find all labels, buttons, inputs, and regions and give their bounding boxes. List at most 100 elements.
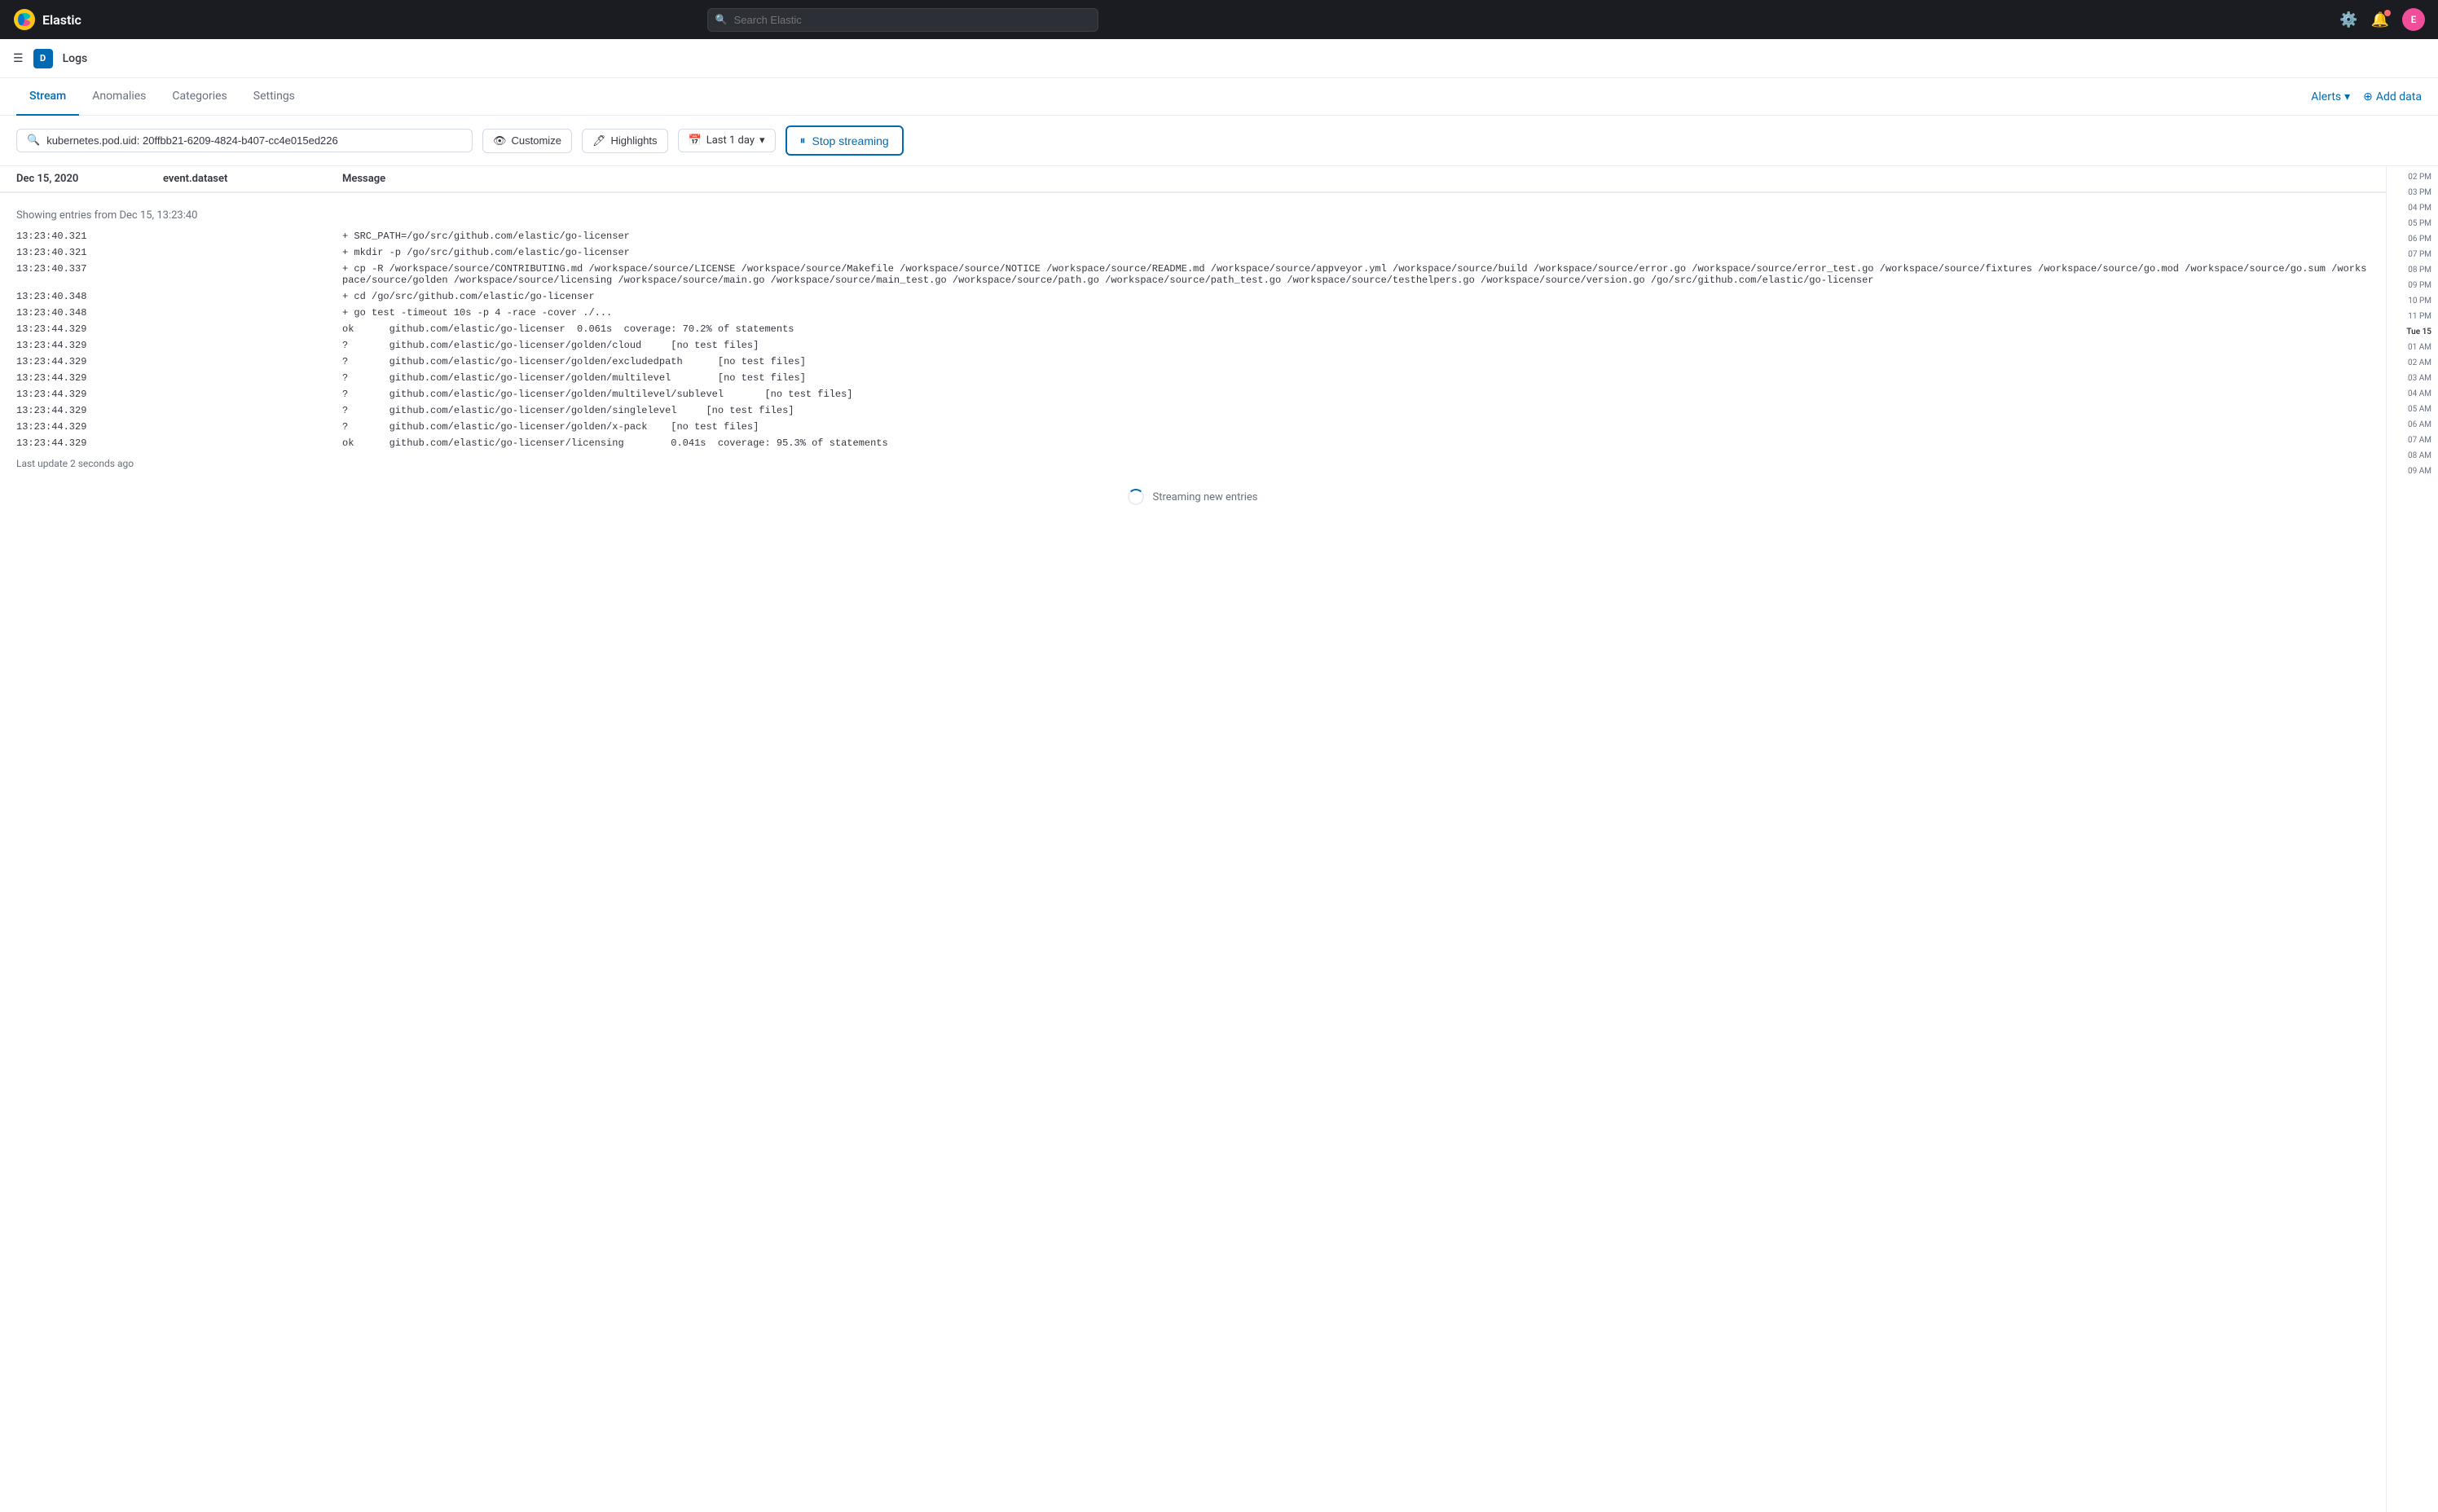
table-row[interactable]: 13:23:44.329 ? github.com/elastic/go-lic… [0, 337, 2386, 354]
timeline-label: 08 PM [2387, 262, 2438, 278]
app-name: Elastic [42, 12, 81, 28]
top-navigation: Elastic 🔍 ⚙️ 🔔 E [0, 0, 2438, 39]
table-row[interactable]: 13:23:44.329 ok github.com/elastic/go-li… [0, 321, 2386, 337]
col-date: Dec 15, 2020 [16, 173, 163, 185]
timeline-sidebar: 02 PM03 PM04 PM05 PM06 PM07 PM08 PM09 PM… [2386, 166, 2438, 1512]
filter-input-wrapper[interactable]: 🔍 [16, 129, 473, 152]
timeline-label: 10 PM [2387, 293, 2438, 309]
timeline-label: 06 AM [2387, 417, 2438, 433]
add-data-button[interactable]: ⊕ Add data [2363, 90, 2422, 103]
log-time: 13:23:44.329 [16, 405, 163, 416]
log-message: ? github.com/elastic/go-licenser/golden/… [342, 421, 2370, 433]
toolbar: 🔍 👁 Customize 🖊 Highlights 📅 Last 1 day … [0, 116, 2438, 166]
add-data-label: Add data [2376, 90, 2422, 103]
highlights-icon: 🖊 [592, 134, 606, 147]
table-row[interactable]: 13:23:44.329 ? github.com/elastic/go-lic… [0, 370, 2386, 386]
table-row[interactable]: 13:23:40.321 + mkdir -p /go/src/github.c… [0, 244, 2386, 261]
stop-streaming-button[interactable]: ⏸ Stop streaming [786, 125, 904, 156]
calendar-icon: 📅 [689, 134, 702, 147]
loading-spinner [1128, 489, 1144, 505]
timeline-label: 08 AM [2387, 448, 2438, 464]
log-message: ? github.com/elastic/go-licenser/golden/… [342, 372, 2370, 384]
tab-stream[interactable]: Stream [16, 78, 79, 116]
timeline-label: Tue 15 [2387, 324, 2438, 340]
streaming-indicator: Streaming new entries [0, 476, 2386, 518]
date-picker[interactable]: 📅 Last 1 day ▾ [678, 129, 776, 152]
pause-icon: ⏸ [800, 134, 806, 147]
date-label: Last 1 day [706, 134, 755, 147]
log-time: 13:23:40.348 [16, 307, 163, 319]
log-message: ? github.com/elastic/go-licenser/golden/… [342, 340, 2370, 351]
filter-input[interactable] [46, 134, 462, 147]
timeline-label: 01 AM [2387, 340, 2438, 355]
timeline-label: 09 PM [2387, 278, 2438, 293]
col-message: Message [342, 173, 2370, 185]
timeline-label: 03 AM [2387, 371, 2438, 386]
search-input[interactable] [707, 8, 1098, 32]
timeline-label: 03 PM [2387, 185, 2438, 200]
sub-navigation: ☰ D Logs [0, 39, 2438, 78]
avatar[interactable]: E [2402, 8, 2425, 31]
tab-categories[interactable]: Categories [159, 78, 240, 116]
entries-info: Showing entries from Dec 15, 13:23:40 [0, 193, 2386, 228]
customize-label: Customize [512, 134, 561, 147]
tab-settings[interactable]: Settings [240, 78, 308, 116]
tabs-bar: Stream Anomalies Categories Settings Ale… [0, 78, 2438, 116]
hamburger-menu[interactable]: ☰ [13, 52, 24, 65]
table-row[interactable]: 13:23:44.329 ok github.com/elastic/go-li… [0, 435, 2386, 451]
table-header: Dec 15, 2020 event.dataset Message [0, 166, 2386, 193]
notification-dot [2384, 10, 2391, 16]
log-message: ok github.com/elastic/go-licenser/licens… [342, 437, 2370, 449]
settings-icon[interactable]: ⚙️ [2339, 11, 2357, 29]
alerts-button[interactable]: Alerts ▾ [2311, 90, 2350, 103]
search-icon: 🔍 [715, 14, 728, 25]
timeline-label: 05 PM [2387, 216, 2438, 231]
table-row[interactable]: 13:23:40.337 + cp -R /workspace/source/C… [0, 261, 2386, 288]
timeline-label: 05 AM [2387, 402, 2438, 417]
tabs-right-actions: Alerts ▾ ⊕ Add data [2311, 90, 2422, 103]
log-message: + cd /go/src/github.com/elastic/go-licen… [342, 291, 2370, 302]
table-row[interactable]: 13:23:44.329 ? github.com/elastic/go-lic… [0, 354, 2386, 370]
timeline-label: 09 AM [2387, 464, 2438, 479]
table-row[interactable]: 13:23:44.329 ? github.com/elastic/go-lic… [0, 402, 2386, 419]
log-time: 13:23:40.321 [16, 247, 163, 258]
timeline-label: 07 PM [2387, 247, 2438, 262]
log-time: 13:23:44.329 [16, 389, 163, 400]
log-time: 13:23:44.329 [16, 356, 163, 367]
timeline-label: 07 AM [2387, 433, 2438, 448]
log-time: 13:23:44.329 [16, 323, 163, 335]
log-area[interactable]: Dec 15, 2020 event.dataset Message Showi… [0, 166, 2386, 1512]
table-row[interactable]: 13:23:40.348 + cd /go/src/github.com/ela… [0, 288, 2386, 305]
tab-anomalies[interactable]: Anomalies [79, 78, 159, 116]
elastic-logo-icon [13, 8, 36, 31]
notifications-wrapper: 🔔 [2371, 11, 2389, 29]
table-row[interactable]: 13:23:44.329 ? github.com/elastic/go-lic… [0, 386, 2386, 402]
log-time: 13:23:40.321 [16, 231, 163, 242]
eye-icon: 👁 [493, 134, 507, 147]
streaming-label: Streaming new entries [1152, 491, 1257, 503]
log-message: ok github.com/elastic/go-licenser 0.061s… [342, 323, 2370, 335]
filter-search-icon: 🔍 [27, 134, 40, 147]
log-rows-container: 13:23:40.321 + SRC_PATH=/go/src/github.c… [0, 228, 2386, 451]
tabs: Stream Anomalies Categories Settings [16, 78, 308, 115]
plus-icon: ⊕ [2363, 90, 2373, 103]
breadcrumb-icon: D [33, 49, 53, 68]
customize-button[interactable]: 👁 Customize [482, 129, 572, 153]
hamburger-icon: ☰ [13, 52, 24, 65]
chevron-down-icon: ▾ [2344, 90, 2350, 103]
highlights-button[interactable]: 🖊 Highlights [582, 129, 668, 153]
table-row[interactable]: 13:23:44.329 ? github.com/elastic/go-lic… [0, 419, 2386, 435]
timeline-label: 02 AM [2387, 355, 2438, 371]
table-row[interactable]: 13:23:40.321 + SRC_PATH=/go/src/github.c… [0, 228, 2386, 244]
log-message: + SRC_PATH=/go/src/github.com/elastic/go… [342, 231, 2370, 242]
app-logo[interactable]: Elastic [13, 8, 81, 31]
log-time: 13:23:44.329 [16, 340, 163, 351]
search-bar[interactable]: 🔍 [707, 8, 1098, 32]
log-time: 13:23:40.337 [16, 263, 163, 275]
last-update: Last update 2 seconds ago [0, 451, 2386, 476]
log-message: + cp -R /workspace/source/CONTRIBUTING.m… [342, 263, 2370, 286]
timeline-label: 04 PM [2387, 200, 2438, 216]
log-time: 13:23:44.329 [16, 437, 163, 449]
table-row[interactable]: 13:23:40.348 + go test -timeout 10s -p 4… [0, 305, 2386, 321]
log-message: ? github.com/elastic/go-licenser/golden/… [342, 405, 2370, 416]
